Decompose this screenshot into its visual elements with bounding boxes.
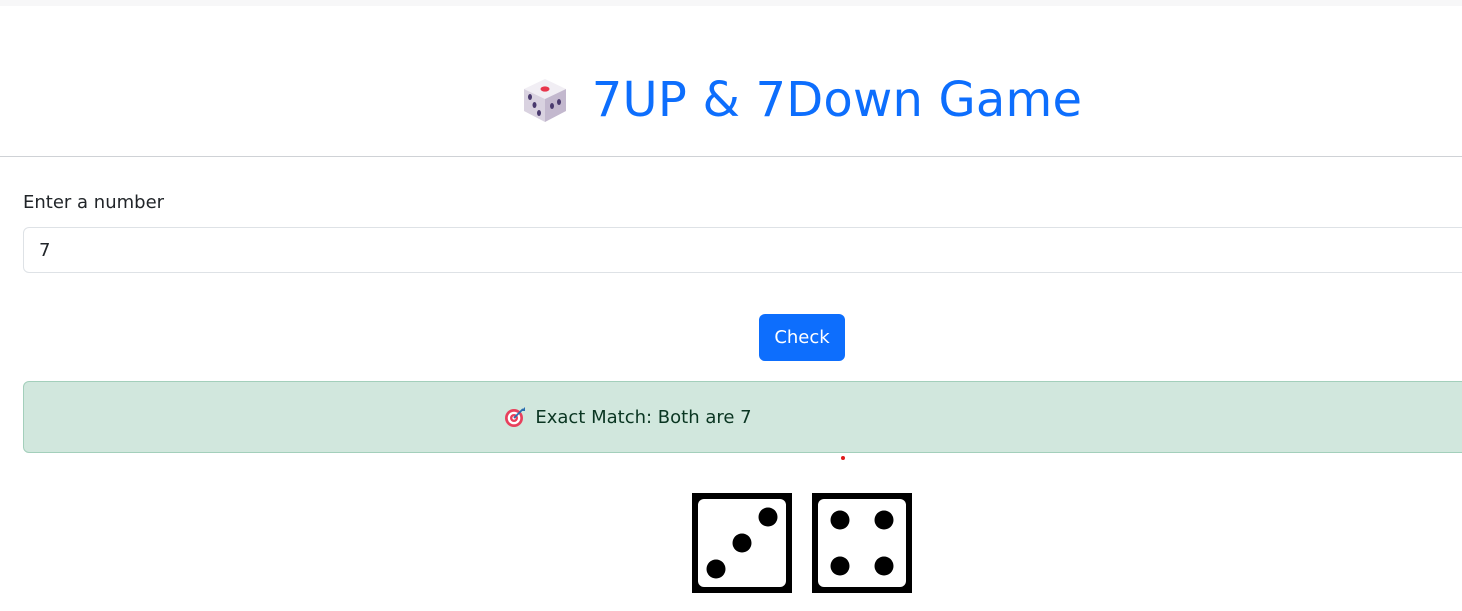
result-message: Exact Match: Both are 7 [535, 406, 752, 428]
die-four-icon [812, 493, 912, 593]
dice-icon [523, 79, 566, 122]
result-alert-content: Exact Match: Both are 7 [504, 406, 752, 428]
target-icon [505, 407, 526, 427]
page-header: 7UP & 7Down Game [0, 60, 1462, 140]
red-dot [841, 456, 845, 460]
number-input-label: Enter a number [23, 192, 165, 213]
title-wrap: 7UP & 7Down Game [520, 75, 1082, 125]
dice-row [692, 493, 912, 593]
die-three-icon [692, 493, 792, 593]
number-input[interactable] [23, 227, 1462, 273]
check-button[interactable]: Check [759, 314, 845, 361]
result-alert: Exact Match: Both are 7 [23, 381, 1462, 453]
header-divider [0, 156, 1462, 157]
top-strip [0, 0, 1462, 6]
page-title: 7UP & 7Down Game [591, 72, 1083, 128]
